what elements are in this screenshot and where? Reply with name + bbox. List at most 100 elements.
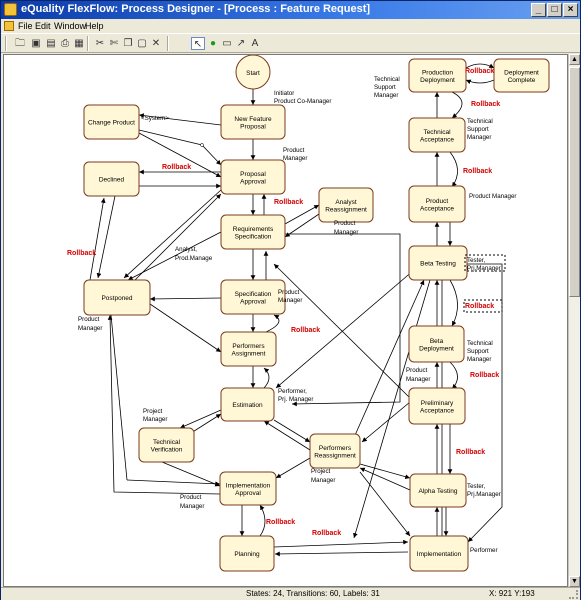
start-node[interactable]: Start (235, 55, 271, 90)
state-planning[interactable]: Planning (219, 535, 275, 572)
resize-grip-icon[interactable] (569, 590, 578, 599)
scroll-up-icon[interactable]: ▲ (569, 54, 580, 65)
state-new-feature[interactable]: New FeatureProposal (220, 104, 286, 140)
state-tech-accept[interactable]: TechnicalAcceptance (408, 117, 466, 153)
edge-spec-postponed[interactable] (149, 296, 222, 302)
rollback-label[interactable]: Rollback (463, 168, 492, 175)
state-spec-approval[interactable]: SpecificationApproval (220, 279, 286, 315)
edge-change-proposal[interactable] (138, 129, 222, 166)
save-icon[interactable]: ▣ (29, 37, 43, 50)
state-beta-testing[interactable]: Beta Testing (408, 245, 468, 281)
edge-req-estimation[interactable] (285, 233, 401, 407)
edge-pr-estimation[interactable] (263, 420, 311, 451)
state-label: Reassignment (325, 206, 367, 213)
edge-declined-postponed[interactable] (96, 195, 116, 279)
state-deploy-complete[interactable]: DeploymentComplete (493, 58, 550, 93)
rollback-label[interactable]: Rollback (162, 164, 191, 171)
edge-implementation-planning[interactable] (274, 551, 409, 557)
state-declined[interactable]: Declined (83, 161, 140, 197)
state-icon[interactable]: ● (206, 37, 220, 50)
pointer-icon[interactable]: ↖ (191, 37, 205, 50)
menu-file[interactable]: File (18, 21, 33, 31)
edge-perf-spec[interactable] (265, 314, 280, 333)
label-initiator-1: Initiator (274, 90, 294, 97)
scissors-icon[interactable]: ✄ (107, 37, 121, 50)
edge-beta-betadeploy[interactable] (449, 279, 458, 327)
state-tech-verif[interactable]: TechnicalVerification (138, 427, 195, 463)
state-implementation[interactable]: Implementation (409, 535, 469, 572)
edge-pr-implementation[interactable] (359, 471, 411, 537)
document-icon[interactable] (4, 21, 14, 31)
state-beta-deploy[interactable]: BetaDeployment (408, 325, 465, 363)
selected-label-tester[interactable]: Tester, Prj.Manager (464, 254, 506, 272)
label-icon[interactable]: A (248, 37, 262, 50)
state-alpha-testing[interactable]: Alpha Testing (409, 473, 467, 508)
rollback-label[interactable]: Rollback (67, 250, 96, 257)
print-icon[interactable]: ⎙ (58, 37, 72, 50)
cut-icon[interactable]: ✂ (93, 37, 107, 50)
edge-estimation-tv[interactable] (179, 409, 222, 429)
rollback-label[interactable]: Rollback (312, 530, 341, 537)
edge-postponed-declined[interactable] (89, 197, 106, 281)
delete-icon[interactable]: ✕ (149, 37, 163, 50)
pdf-icon[interactable]: ▦ (72, 37, 86, 50)
workflow-diagram[interactable]: Start Change Product New FeatureProposal D… (4, 55, 568, 587)
state-postponed[interactable]: Postponed (83, 279, 151, 316)
close-button[interactable]: × (563, 3, 578, 17)
state-change-product[interactable]: Change Product (83, 104, 140, 140)
title-bar[interactable]: eQuality FlexFlow: Process Designer - [P… (1, 1, 580, 19)
arrow-icon[interactable]: ↗ (234, 37, 248, 50)
paste-icon[interactable]: ▢ (135, 37, 149, 50)
state-product-accept[interactable]: ProductAcceptance (408, 185, 466, 223)
label-pm-spec-2: Manager (278, 297, 302, 304)
state-prelim-accept[interactable]: PreliminaryAcceptance (408, 387, 466, 425)
edge-prod-tech[interactable] (451, 91, 463, 119)
open-icon[interactable]: 🗀 (13, 37, 27, 50)
save-as-icon[interactable]: ▤ (44, 37, 58, 50)
edge-planning-implementation[interactable] (273, 539, 409, 548)
edge-impl-postponed[interactable] (107, 314, 221, 495)
edge-proposal-postponed[interactable] (123, 189, 222, 279)
rollback-label[interactable]: Rollback (274, 199, 303, 206)
edge-postponed-perf[interactable] (149, 303, 222, 353)
edge-analyst-req[interactable] (284, 213, 320, 238)
rollback-label[interactable]: Rollback (471, 101, 500, 108)
scroll-down-icon[interactable]: ▼ (569, 576, 580, 587)
menu-help[interactable]: Help (85, 21, 104, 31)
menu-window[interactable]: Window (54, 21, 86, 31)
rollback-label[interactable]: Rollback (470, 372, 499, 379)
edge-req-analyst[interactable] (284, 204, 320, 225)
edge-postponed-proposal[interactable] (127, 193, 222, 288)
copy-icon[interactable]: ❐ (121, 37, 135, 50)
rollback-label[interactable]: Rollback (465, 68, 494, 75)
edge-planning-impl[interactable] (259, 504, 266, 537)
state-impl-approval[interactable]: ImplementationApproval (219, 471, 277, 506)
rollback-label[interactable]: Rollback (291, 327, 320, 334)
maximize-button[interactable]: □ (547, 3, 562, 17)
selected-rollback[interactable]: Rollback (463, 299, 503, 313)
state-prod-deploy[interactable]: ProductionDeployment (408, 58, 467, 93)
minimize-button[interactable]: _ (531, 3, 546, 17)
rect-icon[interactable]: ▭ (220, 37, 234, 50)
label-tsm-beta-2: Support (467, 348, 489, 355)
state-proposal-approval[interactable]: ProposalApproval (220, 159, 286, 195)
rollback-label[interactable]: Rollback (266, 519, 295, 526)
vertical-scrollbar[interactable]: ▲ ▼ (568, 54, 580, 587)
state-perf-assign[interactable]: PerformersAssignment (220, 331, 277, 367)
status-coords: X: 921 Y:193 (489, 589, 535, 598)
state-analyst-reassign[interactable]: AnalystReassignment (318, 187, 374, 223)
edge-complete-prod[interactable] (465, 79, 495, 85)
edge-tech-product[interactable] (449, 151, 458, 188)
state-estimation[interactable]: Estimation (220, 387, 275, 422)
edge-pr-impl[interactable] (275, 457, 311, 479)
edge-prelim-pr[interactable] (361, 401, 411, 443)
state-req-spec[interactable]: RequirementsSpecification (220, 214, 286, 250)
menu-edit[interactable]: Edit (35, 21, 51, 31)
state-perf-reassign[interactable]: PerformersReassignment (309, 433, 361, 469)
scroll-thumb[interactable] (569, 67, 580, 297)
edge-betadeploy-prelim[interactable] (449, 361, 458, 390)
toolbar-separator (167, 36, 169, 51)
diagram-canvas[interactable]: Start Change Product New Feature Proposal D… (3, 54, 568, 587)
edge-estimation-perf[interactable] (263, 367, 270, 389)
rollback-label[interactable]: Rollback (456, 449, 485, 456)
